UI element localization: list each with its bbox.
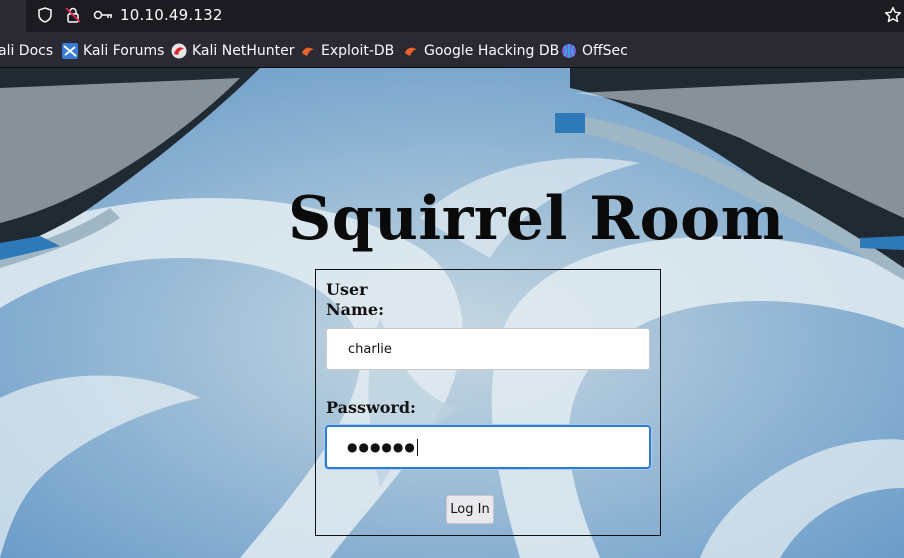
key-icon[interactable]: [92, 6, 114, 24]
kali-forums-icon: [62, 43, 78, 59]
username-label-line1: User: [326, 280, 368, 299]
bookmark-kali-nethunter[interactable]: Kali NetHunter: [171, 42, 294, 60]
bookmark-google-hacking-db[interactable]: Google Hacking DB: [403, 42, 559, 60]
url-text[interactable]: 10.10.49.132: [120, 6, 223, 24]
page-title: Squirrel Room: [288, 184, 785, 254]
bookmark-kali-forums[interactable]: Kali Forums: [62, 42, 164, 60]
ghdb-icon: [403, 43, 419, 59]
bookmark-label: OffSec: [582, 43, 628, 59]
login-button[interactable]: Log In: [446, 495, 494, 524]
bookmarks-toolbar: ali Docs Kali Forums Kali NetHunter Expl…: [0, 32, 904, 68]
insecure-lock-icon[interactable]: [64, 6, 82, 24]
password-label: Password:: [326, 398, 416, 417]
bookmark-label: Google Hacking DB: [424, 43, 560, 59]
bookmark-star-icon[interactable]: [884, 6, 902, 24]
username-value: charlie: [348, 341, 392, 357]
bookmark-label: Kali Forums: [83, 43, 165, 59]
bookmark-offsec[interactable]: OffSec: [561, 42, 628, 60]
offsec-icon: [561, 43, 577, 59]
exploit-db-icon: [300, 43, 316, 59]
text-caret: [416, 438, 418, 456]
login-form: User Name: charlie Password: ●●●●●● Log …: [315, 269, 661, 536]
address-field[interactable]: 10.10.49.132: [26, 0, 904, 32]
username-input[interactable]: charlie: [326, 328, 650, 370]
password-input[interactable]: ●●●●●●: [325, 425, 651, 469]
username-label: User Name:: [326, 280, 384, 320]
bookmark-exploit-db[interactable]: Exploit-DB: [300, 42, 394, 60]
tab-strip-edge: [0, 0, 26, 32]
kali-nethunter-icon: [171, 43, 187, 59]
username-label-line2: Name:: [326, 300, 385, 319]
bookmark-label: ali Docs: [0, 43, 54, 59]
bookmark-label: Kali NetHunter: [192, 43, 295, 59]
bookmark-kali-docs[interactable]: ali Docs: [0, 42, 53, 60]
web-page: Squirrel Room User Name: charlie Passwor…: [0, 68, 904, 558]
bookmark-label: Exploit-DB: [321, 43, 395, 59]
url-bar: 10.10.49.132: [0, 0, 904, 32]
shield-icon[interactable]: [36, 6, 54, 24]
password-value: ●●●●●●: [347, 440, 416, 454]
